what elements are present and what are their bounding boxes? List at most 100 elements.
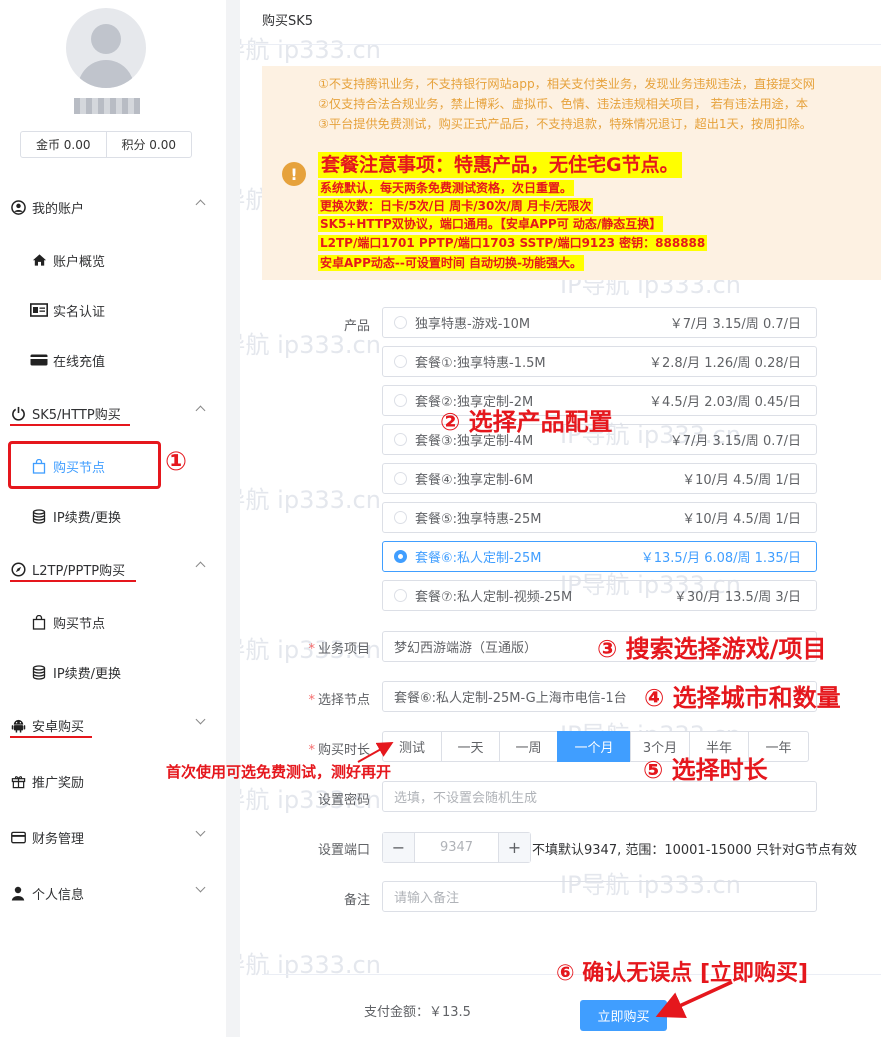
- radio-selected-icon: [394, 550, 407, 563]
- product-name: 套餐①:独享特惠-1.5M: [415, 356, 546, 371]
- business-label: * 业务项目: [308, 642, 370, 657]
- notice-highlight: 安卓APP动态--可设置时间 自动切换-功能强大。: [318, 255, 584, 271]
- product-name: 套餐⑤:独享特惠-25M: [415, 512, 542, 527]
- shopping-bag-icon: [30, 614, 48, 630]
- product-option-7[interactable]: 套餐⑦:私人定制-视频-25M ￥30/月 13.5/周 3/日: [382, 580, 817, 611]
- chevron-up-icon: [195, 199, 206, 210]
- product-label: 产品: [343, 319, 370, 334]
- product-option-5[interactable]: 套餐⑤:独享特惠-25M ￥10/月 4.5/周 1/日: [382, 502, 817, 533]
- duration-label: * 购买时长: [308, 743, 370, 758]
- product-option-0[interactable]: 独享特惠-游戏-10M ￥7/月 3.15/周 0.7/日: [382, 307, 817, 338]
- notice-highlight: SK5+HTTP双协议，端口通用。【安卓APP可 动态/静态互换】: [318, 216, 664, 232]
- sidebar: 金币 0.00 积分 0.00 我的账户 账户概览 实名认证 在线充值 SK5/…: [0, 0, 226, 1037]
- avatar[interactable]: [66, 8, 146, 88]
- sidebar-item-ip-renew-sk5[interactable]: IP续费/更换: [30, 506, 121, 526]
- sidebar-item-real-name[interactable]: 实名认证: [30, 300, 105, 320]
- product-name: 独享特惠-游戏-10M: [415, 317, 531, 332]
- notice-panel: ①不支持腾讯业务，不支持银行网站app，相关支付类业务，发现业务违规违法，直接提…: [262, 66, 881, 280]
- chevron-down-icon: [195, 714, 206, 725]
- chevron-up-icon: [195, 561, 206, 572]
- product-option-6[interactable]: 套餐⑥:私人定制-25M ￥13.5/月 6.08/周 1.35/日: [382, 541, 817, 572]
- sidebar-item-recharge[interactable]: 在线充值: [30, 350, 105, 370]
- database-icon: [30, 664, 48, 680]
- password-input[interactable]: 选填，不设置会随机生成: [382, 781, 817, 812]
- red-underline: [10, 736, 92, 738]
- product-name: 套餐⑥:私人定制-25M: [415, 551, 542, 566]
- port-hint: 不填默认9347, 范围：10001-15000 只针对G节点有效: [532, 843, 857, 858]
- radio-icon: [394, 589, 407, 602]
- buy-now-button[interactable]: 立即购买: [580, 1000, 667, 1031]
- remark-label: 备注: [343, 893, 370, 908]
- radio-icon: [394, 316, 407, 329]
- avatar-body-icon: [78, 60, 134, 88]
- duration-one-month[interactable]: 一个月: [557, 731, 631, 762]
- product-price: ￥10/月 4.5/周 1/日: [682, 512, 801, 527]
- product-option-4[interactable]: 套餐④:独享定制-6M ￥10/月 4.5/周 1/日: [382, 463, 817, 494]
- duration-test[interactable]: 测试: [382, 731, 442, 762]
- sidebar-item-label: 实名认证: [53, 304, 106, 320]
- annotation-test-tip: 首次使用可选免费测试，测好再开: [166, 763, 392, 781]
- coin-balance[interactable]: 金币 0.00: [21, 132, 106, 157]
- notice-highlight: L2TP/端口1701 PPTP/端口1703 SSTP/端口9123 密钥：8…: [318, 235, 708, 251]
- product-price: ￥13.5/月 6.08/周 1.35/日: [640, 551, 801, 566]
- android-icon: [10, 717, 26, 733]
- radio-icon: [394, 355, 407, 368]
- chevron-down-icon: [195, 882, 206, 893]
- user-icon: [10, 199, 26, 215]
- red-underline: [10, 580, 136, 582]
- sidebar-item-label: IP续费/更换: [53, 510, 122, 526]
- credit-card-icon: [30, 352, 48, 368]
- menu-finance[interactable]: 财务管理: [0, 825, 226, 849]
- sidebar-item-label: IP续费/更换: [53, 666, 122, 682]
- gift-icon: [10, 773, 26, 789]
- product-price: ￥10/月 4.5/周 1/日: [682, 473, 801, 488]
- remark-placeholder: 请输入备注: [394, 891, 460, 906]
- menu-referral-rewards-label: 推广奖励: [32, 775, 85, 791]
- menu-my-account[interactable]: 我的账户: [0, 195, 226, 219]
- product-option-1[interactable]: 套餐①:独享特惠-1.5M ￥2.8/月 1.26/周 0.28/日: [382, 346, 817, 377]
- annotation-step-5: ⑤ 选择时长: [643, 756, 768, 784]
- payment-amount: 支付金额：￥13.5: [364, 1005, 471, 1020]
- annotation-step-6: ⑥ 确认无误点 [立即购买]: [556, 961, 809, 986]
- username-redacted: [74, 98, 140, 114]
- duration-one-day[interactable]: 一天: [441, 731, 500, 762]
- chevron-down-icon: [195, 826, 206, 837]
- product-price: ￥2.8/月 1.26/周 0.28/日: [649, 356, 801, 371]
- port-stepper: − 9347 +: [382, 832, 531, 863]
- menu-sk5-http-label: SK5/HTTP购买: [32, 407, 121, 423]
- divider: [240, 44, 881, 45]
- product-name: 套餐⑦:私人定制-视频-25M: [415, 590, 573, 605]
- increment-button[interactable]: +: [498, 833, 530, 862]
- radio-icon: [394, 472, 407, 485]
- card-icon: [10, 829, 26, 845]
- menu-android-buy-label: 安卓购买: [32, 719, 85, 735]
- decrement-button[interactable]: −: [383, 833, 415, 862]
- menu-l2tp-pptp-label: L2TP/PPTP购买: [32, 563, 126, 579]
- radio-icon: [394, 433, 407, 446]
- menu-android-buy[interactable]: 安卓购买: [0, 713, 226, 737]
- password-label: 设置密码: [317, 793, 370, 808]
- sidebar-item-buy-node-l2tp[interactable]: 购买节点: [30, 612, 105, 632]
- remark-input[interactable]: 请输入备注: [382, 881, 817, 912]
- port-input[interactable]: 9347: [415, 833, 498, 862]
- annotation-highlight-box: [8, 441, 161, 489]
- sidebar-item-label: 购买节点: [53, 616, 106, 632]
- menu-l2tp-pptp[interactable]: L2TP/PPTP购买: [0, 557, 226, 581]
- annotation-step-3: ③ 搜索选择游戏/项目: [597, 635, 827, 663]
- id-card-icon: [30, 302, 48, 318]
- radio-icon: [394, 511, 407, 524]
- notice-line: ②仅支持合法合规业务，禁止博彩、虚拟币、色情、违法违规相关项目， 若有违法用途，…: [318, 97, 809, 111]
- annotation-step-2: ② 选择产品配置: [440, 408, 613, 436]
- menu-sk5-http[interactable]: SK5/HTTP购买: [0, 401, 226, 425]
- notice-highlight: 系统默认，每天两条免费测试资格，次日重置。: [318, 180, 575, 196]
- duration-one-week[interactable]: 一周: [499, 731, 558, 762]
- menu-personal-info[interactable]: 个人信息: [0, 881, 226, 905]
- sidebar-item-ip-renew-l2tp[interactable]: IP续费/更换: [30, 662, 121, 682]
- notice-line: ③平台提供免费测试，购买正式产品后，不支持退款，特殊情况退订，超出1天，按周扣除…: [318, 117, 812, 131]
- points-balance[interactable]: 积分 0.00: [105, 132, 192, 157]
- balance-box: 金币 0.00 积分 0.00: [20, 131, 192, 158]
- password-placeholder: 选填，不设置会随机生成: [394, 791, 538, 806]
- compass-icon: [10, 561, 26, 577]
- product-price: ￥7/月 3.15/周 0.7/日: [669, 434, 801, 449]
- sidebar-item-account-overview[interactable]: 账户概览: [30, 250, 105, 270]
